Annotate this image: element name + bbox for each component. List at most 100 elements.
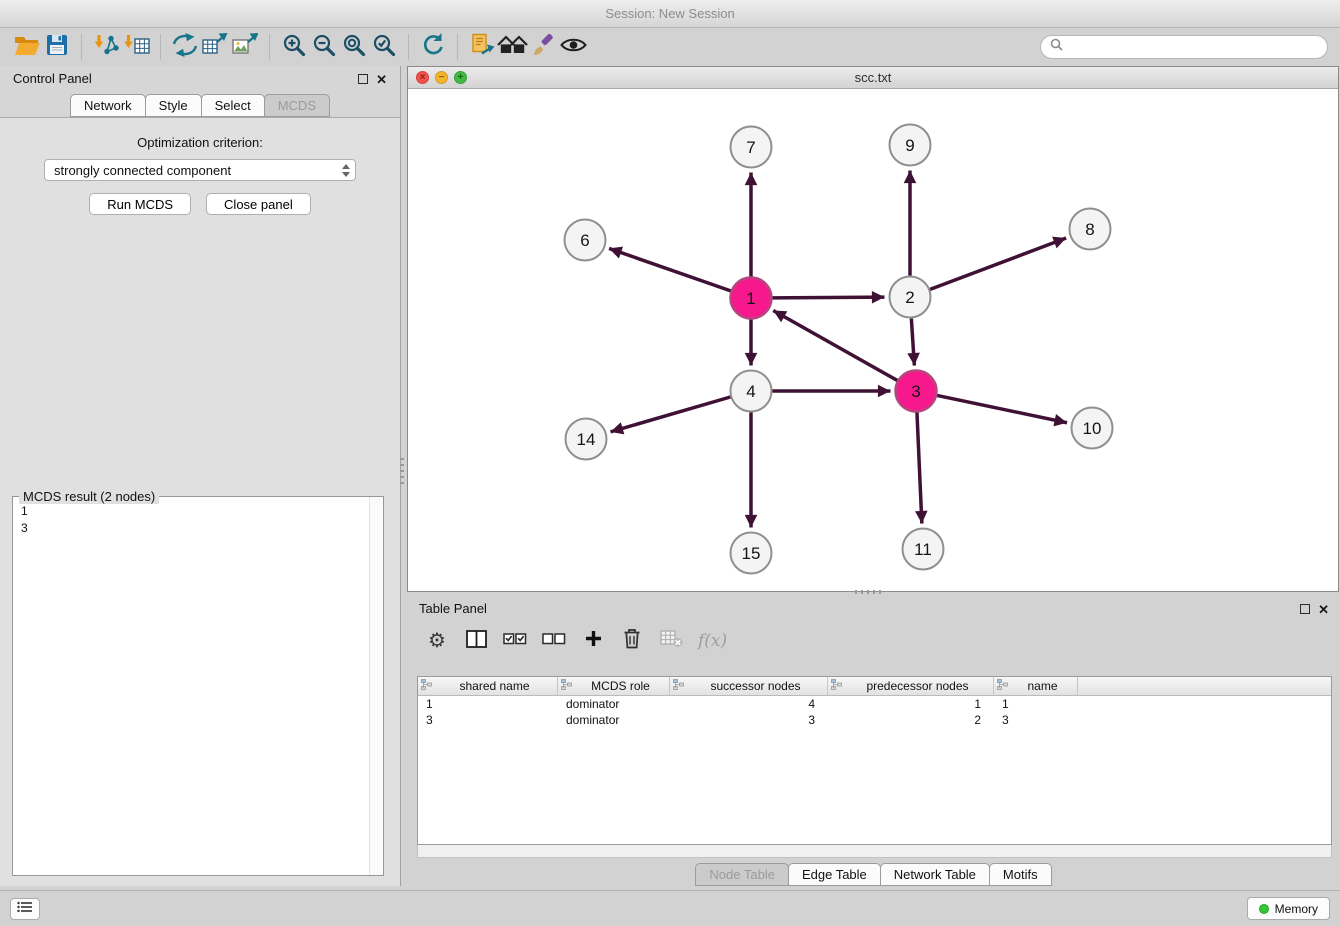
graph-node-11[interactable]: 11 xyxy=(903,529,944,570)
search-box[interactable] xyxy=(1040,35,1328,59)
result-scrollbar[interactable] xyxy=(369,497,383,875)
table-panel-title: Table Panel xyxy=(419,601,487,616)
table-row[interactable]: 1dominator411 xyxy=(418,696,1331,712)
select-all-button[interactable] xyxy=(503,628,527,654)
clipboard-network-button[interactable] xyxy=(467,32,497,62)
table-cell: dominator xyxy=(558,697,670,711)
table-row[interactable]: 3dominator323 xyxy=(418,712,1331,728)
app-titlebar: Session: New Session xyxy=(0,0,1340,28)
float-panel-icon[interactable] xyxy=(358,74,368,84)
show-panels-button[interactable] xyxy=(10,898,40,920)
tab-network-table[interactable]: Network Table xyxy=(880,863,990,886)
tab-motifs[interactable]: Motifs xyxy=(989,863,1052,886)
refresh-button[interactable] xyxy=(418,32,448,62)
columns-button[interactable] xyxy=(464,628,488,654)
optimization-label: Optimization criterion: xyxy=(0,135,400,150)
svg-text:6: 6 xyxy=(580,231,589,250)
graph-node-6[interactable]: 6 xyxy=(565,220,606,261)
criterion-dropdown[interactable]: strongly connected component xyxy=(44,159,356,181)
column-header-filler xyxy=(1078,677,1331,695)
column-label: MCDS role xyxy=(575,679,666,693)
style-paint-button[interactable] xyxy=(528,32,558,62)
zoom-window-button[interactable]: + xyxy=(454,71,467,84)
svg-text:15: 15 xyxy=(742,544,761,563)
graph-node-9[interactable]: 9 xyxy=(890,125,931,166)
horizontal-splitter-grip[interactable] xyxy=(855,590,883,594)
zoom-fit-button[interactable] xyxy=(339,32,369,62)
zoom-in-button[interactable] xyxy=(279,32,309,62)
home-button[interactable] xyxy=(497,32,528,62)
delete-row-button[interactable] xyxy=(620,628,644,654)
graph-node-2[interactable]: 2 xyxy=(890,277,931,318)
close-window-button[interactable]: × xyxy=(416,71,429,84)
tab-style[interactable]: Style xyxy=(145,94,202,117)
show-details-eye-button[interactable] xyxy=(558,32,588,62)
graph-node-10[interactable]: 10 xyxy=(1072,408,1113,449)
gear-button[interactable]: ⚙ xyxy=(425,628,449,654)
network-clone-icon xyxy=(172,33,198,62)
network-clone-button[interactable] xyxy=(170,32,200,62)
minimize-window-button[interactable]: − xyxy=(435,71,448,84)
export-image-button[interactable] xyxy=(230,32,260,62)
tab-mcds[interactable]: MCDS xyxy=(264,94,330,117)
control-panel-header: Control Panel ✕ xyxy=(0,66,400,92)
tab-select[interactable]: Select xyxy=(201,94,265,117)
zoom-selected-button[interactable] xyxy=(369,32,399,62)
table-toolbar: ⚙ f(x) xyxy=(407,621,1340,661)
graph-edge-3-11[interactable] xyxy=(917,412,922,523)
import-table-button[interactable] xyxy=(121,32,151,62)
graph-node-4[interactable]: 4 xyxy=(731,371,772,412)
delete-row-icon xyxy=(623,628,641,654)
close-table-panel-icon[interactable]: ✕ xyxy=(1318,603,1329,616)
graph-node-15[interactable]: 15 xyxy=(731,533,772,574)
column-header-successor-nodes[interactable]: successor nodes xyxy=(670,677,828,695)
graph-node-3[interactable]: 3 xyxy=(896,371,937,412)
close-panel-icon[interactable]: ✕ xyxy=(376,73,387,86)
column-header-shared-name[interactable]: shared name xyxy=(418,677,558,695)
delete-table-button xyxy=(659,628,683,654)
graph-edge-2-3[interactable] xyxy=(911,318,914,365)
run-mcds-button[interactable]: Run MCDS xyxy=(89,193,191,215)
select-all-icon xyxy=(503,630,527,652)
graph-node-8[interactable]: 8 xyxy=(1070,209,1111,250)
mcds-result-text[interactable]: 13 xyxy=(21,503,365,871)
memory-button[interactable]: Memory xyxy=(1247,897,1330,920)
graph-edge-2-8[interactable] xyxy=(930,238,1066,289)
open-session-button[interactable] xyxy=(12,32,42,62)
graph-edge-3-10[interactable] xyxy=(937,395,1067,422)
zoom-out-button[interactable] xyxy=(309,32,339,62)
network-graph[interactable]: 7 9 6 8 1 2 4 3 14 10 15 11 xyxy=(408,89,1338,591)
svg-text:2: 2 xyxy=(905,288,914,307)
graph-node-7[interactable]: 7 xyxy=(731,127,772,168)
close-panel-button[interactable]: Close panel xyxy=(206,193,311,215)
add-row-button[interactable] xyxy=(581,628,605,654)
tab-node-table[interactable]: Node Table xyxy=(695,863,789,886)
table-horizontal-scrollbar[interactable] xyxy=(417,845,1332,858)
table-cell: 3 xyxy=(670,713,828,727)
select-none-button[interactable] xyxy=(542,628,566,654)
import-network-button[interactable] xyxy=(91,32,121,62)
graph-edge-1-2[interactable] xyxy=(772,297,884,298)
vertical-splitter-grip[interactable] xyxy=(400,458,404,486)
function-builder-button: f(x) xyxy=(698,628,727,654)
column-header-mcds-role[interactable]: MCDS role xyxy=(558,677,670,695)
control-panel-title: Control Panel xyxy=(13,71,92,86)
column-header-name[interactable]: name xyxy=(994,677,1078,695)
graph-edge-4-14[interactable] xyxy=(610,397,730,432)
graph-node-14[interactable]: 14 xyxy=(566,419,607,460)
tab-network[interactable]: Network xyxy=(70,94,146,117)
graph-node-1[interactable]: 1 xyxy=(731,278,772,319)
export-table-button[interactable] xyxy=(200,32,230,62)
float-table-panel-icon[interactable] xyxy=(1300,604,1310,614)
network-window: × − + scc.txt 7968124314101511 xyxy=(407,66,1339,592)
save-session-button[interactable] xyxy=(42,32,72,62)
graph-edge-1-6[interactable] xyxy=(609,248,731,290)
app-title: Session: New Session xyxy=(605,6,734,21)
network-canvas[interactable]: 7 9 6 8 1 2 4 3 14 10 15 11 xyxy=(408,89,1338,591)
attribute-icon xyxy=(997,679,1008,693)
column-header-predecessor-nodes[interactable]: predecessor nodes xyxy=(828,677,994,695)
svg-text:3: 3 xyxy=(911,382,920,401)
graph-edge-3-1[interactable] xyxy=(773,311,897,381)
search-input[interactable] xyxy=(1069,40,1318,55)
tab-edge-table[interactable]: Edge Table xyxy=(788,863,881,886)
